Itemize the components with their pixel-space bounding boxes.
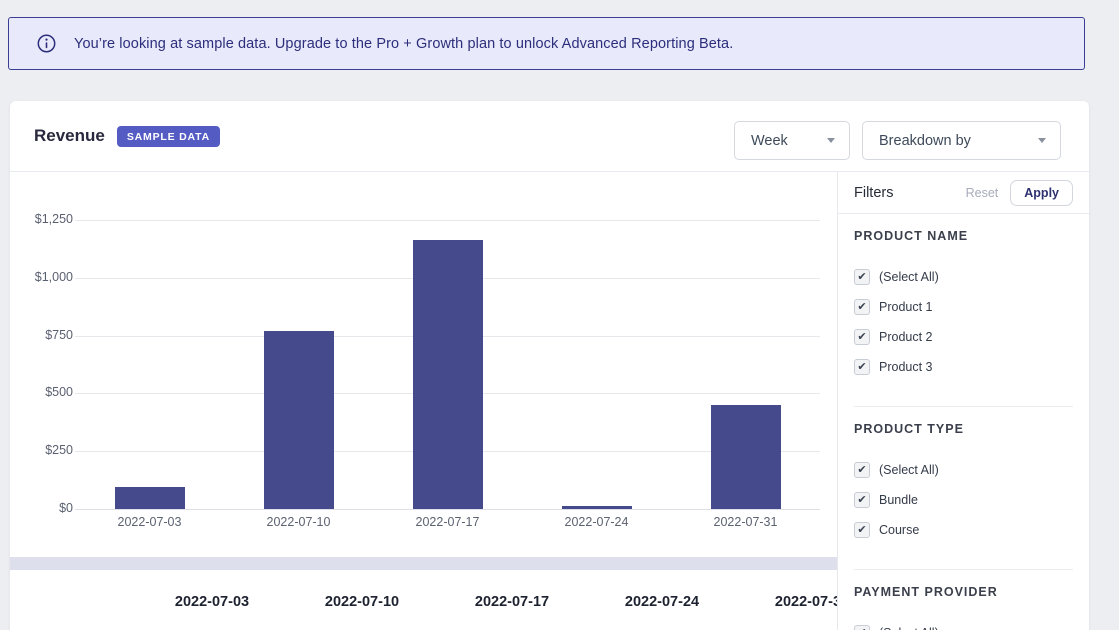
x-tick-label: 2022-07-17 xyxy=(373,515,522,529)
checkbox-icon[interactable]: ✔ xyxy=(854,625,870,630)
filter-section: PAYMENT PROVIDER ✔ (Select All) xyxy=(854,585,1073,630)
filter-option[interactable]: ✔ Course xyxy=(854,522,1073,538)
table-header-row: 2022-07-032022-07-102022-07-172022-07-24… xyxy=(10,579,837,625)
filter-option-label: Bundle xyxy=(879,493,918,507)
bar-2022-07-10[interactable] xyxy=(264,331,334,509)
checkbox-icon[interactable]: ✔ xyxy=(854,359,870,375)
filter-option-label: (Select All) xyxy=(879,626,939,630)
filter-section-heading: PRODUCT TYPE xyxy=(854,422,1073,436)
filter-option[interactable]: ✔ Product 3 xyxy=(854,359,1073,375)
filters-body: PRODUCT NAME ✔ (Select All) ✔ Product 1 ✔ Prod… xyxy=(838,229,1089,630)
info-icon xyxy=(37,34,56,53)
table-column-header: 2022-07-03 xyxy=(137,594,287,610)
chevron-down-icon xyxy=(827,138,835,143)
filter-section: PRODUCT NAME ✔ (Select All) ✔ Product 1 ✔ Prod… xyxy=(854,229,1073,407)
filter-option[interactable]: ✔ Product 1 xyxy=(854,299,1073,315)
sample-data-banner: You’re looking at sample data. Upgrade t… xyxy=(8,17,1085,70)
banner-message: You’re looking at sample data. Upgrade t… xyxy=(74,36,733,52)
filter-option-label: Product 1 xyxy=(879,300,933,314)
bar-2022-07-24[interactable] xyxy=(562,506,632,509)
x-tick-label: 2022-07-24 xyxy=(522,515,671,529)
x-tick-label: 2022-07-31 xyxy=(671,515,820,529)
card-header: Revenue SAMPLE DATA Week Breakdown by xyxy=(10,101,1089,172)
table-column-header: 2022-07-10 xyxy=(287,594,437,610)
filters-panel: Filters Reset Apply PRODUCT NAME ✔ (Select… xyxy=(837,172,1089,630)
breakdown-select[interactable]: Breakdown by xyxy=(862,121,1061,160)
checkbox-icon[interactable]: ✔ xyxy=(854,269,870,285)
filter-option[interactable]: ✔ Bundle xyxy=(854,492,1073,508)
checkbox-icon[interactable]: ✔ xyxy=(854,329,870,345)
interval-select-value: Week xyxy=(751,133,827,149)
filter-option-label: Course xyxy=(879,523,919,537)
gridline xyxy=(75,220,820,221)
page-title: Revenue xyxy=(34,126,105,146)
bar-2022-07-31[interactable] xyxy=(711,405,781,509)
checkbox-icon[interactable]: ✔ xyxy=(854,522,870,538)
checkbox-icon[interactable]: ✔ xyxy=(854,299,870,315)
filter-option-label: (Select All) xyxy=(879,463,939,477)
y-tick-label: $750 xyxy=(18,328,73,342)
reset-button[interactable]: Reset xyxy=(966,186,999,200)
revenue-bar-chart: $0$250$500$750$1,000$1,2502022-07-032022… xyxy=(10,172,837,542)
sample-data-badge: SAMPLE DATA xyxy=(117,126,220,147)
y-tick-label: $250 xyxy=(18,443,73,457)
checkbox-icon[interactable]: ✔ xyxy=(854,462,870,478)
bar-2022-07-03[interactable] xyxy=(115,487,185,509)
revenue-card: Revenue SAMPLE DATA Week Breakdown by $0… xyxy=(10,101,1089,630)
filters-header: Filters Reset Apply xyxy=(838,172,1089,214)
bar-2022-07-17[interactable] xyxy=(413,240,483,509)
horizontal-scrollbar[interactable] xyxy=(10,557,837,570)
chevron-down-icon xyxy=(1038,138,1046,143)
y-tick-label: $0 xyxy=(18,501,73,515)
filter-option[interactable]: ✔ (Select All) xyxy=(854,462,1073,478)
x-tick-label: 2022-07-10 xyxy=(224,515,373,529)
filter-option-label: (Select All) xyxy=(879,270,939,284)
apply-button[interactable]: Apply xyxy=(1010,180,1073,206)
x-tick-label: 2022-07-03 xyxy=(75,515,224,529)
y-tick-label: $1,250 xyxy=(18,212,73,226)
header-controls: Week Breakdown by xyxy=(734,121,1061,160)
filter-option[interactable]: ✔ (Select All) xyxy=(854,625,1073,630)
table-column-header: 2022-07-17 xyxy=(437,594,587,610)
filters-title: Filters xyxy=(854,185,966,201)
filter-option[interactable]: ✔ Product 2 xyxy=(854,329,1073,345)
y-tick-label: $500 xyxy=(18,385,73,399)
gridline xyxy=(75,509,820,510)
filter-option[interactable]: ✔ (Select All) xyxy=(854,269,1073,285)
filter-section-heading: PRODUCT NAME xyxy=(854,229,1073,243)
filter-section-heading: PAYMENT PROVIDER xyxy=(854,585,1073,599)
y-tick-label: $1,000 xyxy=(18,270,73,284)
filter-option-label: Product 2 xyxy=(879,330,933,344)
checkbox-icon[interactable]: ✔ xyxy=(854,492,870,508)
interval-select[interactable]: Week xyxy=(734,121,850,160)
filter-section: PRODUCT TYPE ✔ (Select All) ✔ Bundle ✔ Course xyxy=(854,422,1073,570)
table-column-header: 2022-07-31 xyxy=(737,594,837,610)
breakdown-select-value: Breakdown by xyxy=(879,133,1038,149)
table-column-header: 2022-07-24 xyxy=(587,594,737,610)
filter-option-label: Product 3 xyxy=(879,360,933,374)
